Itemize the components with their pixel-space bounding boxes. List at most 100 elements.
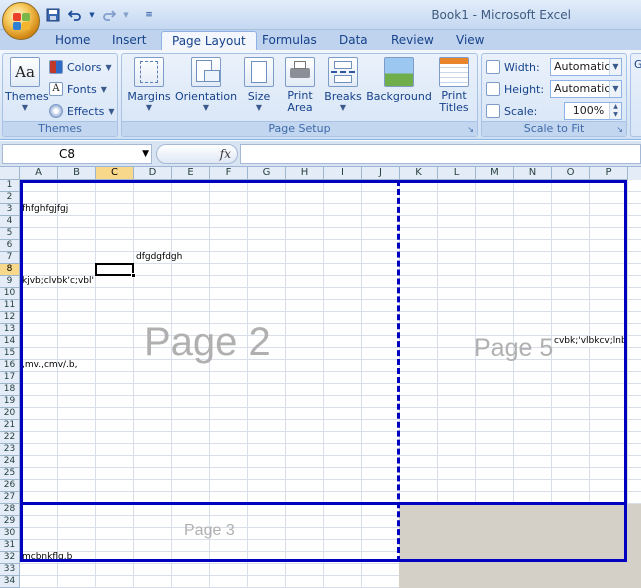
row-header-18[interactable]: 18 xyxy=(0,384,20,396)
cell-d7[interactable]: dfgdgfdgh xyxy=(136,252,182,263)
print-titles-button[interactable]: Print Titles xyxy=(434,57,474,114)
page-break-top[interactable] xyxy=(20,180,627,183)
tab-formulas[interactable]: Formulas xyxy=(252,31,327,51)
column-header-h[interactable]: H xyxy=(286,167,324,180)
tab-view[interactable]: View xyxy=(446,31,494,51)
tab-data[interactable]: Data xyxy=(329,31,378,51)
formula-bar: C8 ▼ fx xyxy=(0,141,641,167)
column-header-a[interactable]: A xyxy=(20,167,58,180)
row-header-31[interactable]: 31 xyxy=(0,540,20,552)
row-header-12[interactable]: 12 xyxy=(0,312,20,324)
row-header-34[interactable]: 34 xyxy=(0,576,20,588)
cell-a9[interactable]: kjvb;clvbk'c;vbl' xyxy=(22,276,94,287)
insert-function-button[interactable]: fx xyxy=(156,144,238,164)
column-header-e[interactable]: E xyxy=(172,167,210,180)
height-select[interactable]: Automatic ▼ xyxy=(550,80,622,98)
cell-a16[interactable]: ,mv.,cmv/.b, xyxy=(22,360,78,371)
column-header-o[interactable]: O xyxy=(552,167,590,180)
column-header-g[interactable]: G xyxy=(248,167,286,180)
row-header-14[interactable]: 14 xyxy=(0,336,20,348)
select-all-corner[interactable] xyxy=(0,167,20,180)
row-header-27[interactable]: 27 xyxy=(0,492,20,504)
row-header-13[interactable]: 13 xyxy=(0,324,20,336)
row-header-21[interactable]: 21 xyxy=(0,420,20,432)
themes-group: Aa Themes ▼ Colors ▼ A Fonts ▼ Effects ▼… xyxy=(2,53,118,137)
row-header-10[interactable]: 10 xyxy=(0,288,20,300)
column-header-c[interactable]: C xyxy=(96,167,134,180)
row-header-26[interactable]: 26 xyxy=(0,480,20,492)
colors-button[interactable]: Colors ▼ xyxy=(49,58,112,76)
row-header-15[interactable]: 15 xyxy=(0,348,20,360)
effects-button[interactable]: Effects ▼ xyxy=(49,102,115,120)
scale-stepper[interactable]: 100% ▲ ▼ xyxy=(564,102,622,120)
name-box[interactable]: C8 ▼ xyxy=(2,144,152,164)
print-area-label: Print Area xyxy=(287,89,313,114)
tab-page-layout[interactable]: Page Layout xyxy=(161,31,257,51)
row-header-16[interactable]: 16 xyxy=(0,360,20,372)
cell-a3[interactable]: fhfghfgjfgj xyxy=(22,204,68,215)
row-header-19[interactable]: 19 xyxy=(0,396,20,408)
row-header-30[interactable]: 30 xyxy=(0,528,20,540)
background-button[interactable]: Background xyxy=(366,57,432,103)
page-setup-group: Margins ▼ Orientation ▼ Size ▼ Print Are… xyxy=(121,53,478,137)
row-header-28[interactable]: 28 xyxy=(0,504,20,516)
dialog-launcher-icon[interactable]: ↘ xyxy=(467,123,474,137)
ribbon-tabs: Home Insert Page Layout Formulas Data Re… xyxy=(0,30,641,51)
fill-handle[interactable] xyxy=(131,273,136,278)
page-break-vertical-dashed[interactable] xyxy=(397,180,400,562)
row-header-4[interactable]: 4 xyxy=(0,216,20,228)
tab-home[interactable]: Home xyxy=(45,31,100,51)
row-header-9[interactable]: 9 xyxy=(0,276,20,288)
cells-area[interactable]: Page 2 Page 5 Page 3 fhfghfgjfgj dfgdgfd… xyxy=(20,180,641,588)
column-header-f[interactable]: F xyxy=(210,167,248,180)
row-header-8[interactable]: 8 xyxy=(0,264,20,276)
formula-input[interactable] xyxy=(240,144,641,164)
row-header-25[interactable]: 25 xyxy=(0,468,20,480)
row-header-22[interactable]: 22 xyxy=(0,432,20,444)
column-header-k[interactable]: K xyxy=(400,167,438,180)
row-header-6[interactable]: 6 xyxy=(0,240,20,252)
row-header-2[interactable]: 2 xyxy=(0,192,20,204)
breaks-button[interactable]: Breaks ▼ xyxy=(323,57,363,112)
size-button[interactable]: Size ▼ xyxy=(242,57,276,112)
column-header-j[interactable]: J xyxy=(362,167,400,180)
row-header-17[interactable]: 17 xyxy=(0,372,20,384)
fonts-button[interactable]: A Fonts ▼ xyxy=(49,80,107,98)
column-header-m[interactable]: M xyxy=(476,167,514,180)
page-break-horizontal[interactable] xyxy=(20,502,627,505)
column-header-i[interactable]: I xyxy=(324,167,362,180)
themes-button[interactable]: Aa Themes ▼ xyxy=(5,57,49,112)
active-cell-c8[interactable] xyxy=(95,263,136,278)
office-logo-icon xyxy=(13,13,31,31)
chevron-down-icon[interactable]: ▼ xyxy=(142,145,149,163)
column-header-n[interactable]: N xyxy=(514,167,552,180)
margins-button[interactable]: Margins ▼ xyxy=(126,57,172,112)
tab-review[interactable]: Review xyxy=(381,31,444,51)
scale-label: Scale: xyxy=(504,104,538,118)
row-header-1[interactable]: 1 xyxy=(0,180,20,192)
row-header-32[interactable]: 32 xyxy=(0,552,20,564)
row-header-33[interactable]: 33 xyxy=(0,564,20,576)
row-header-23[interactable]: 23 xyxy=(0,444,20,456)
office-button[interactable] xyxy=(2,2,40,40)
column-header-l[interactable]: L xyxy=(438,167,476,180)
row-header-11[interactable]: 11 xyxy=(0,300,20,312)
row-header-29[interactable]: 29 xyxy=(0,516,20,528)
orientation-button[interactable]: Orientation ▼ xyxy=(174,57,238,112)
row-header-24[interactable]: 24 xyxy=(0,456,20,468)
column-header-b[interactable]: B xyxy=(58,167,96,180)
print-area-button[interactable]: Print Area xyxy=(280,57,320,114)
width-select[interactable]: Automatic ▼ xyxy=(550,58,622,76)
dialog-launcher-icon[interactable]: ↘ xyxy=(616,123,623,137)
row-header-7[interactable]: 7 xyxy=(0,252,20,264)
column-header-d[interactable]: D xyxy=(134,167,172,180)
chevron-down-icon: ▼ xyxy=(21,103,29,112)
tab-insert[interactable]: Insert xyxy=(102,31,156,51)
spinner-icon[interactable]: ▲ ▼ xyxy=(609,103,621,119)
row-header-3[interactable]: 3 xyxy=(0,204,20,216)
row-header-5[interactable]: 5 xyxy=(0,228,20,240)
column-header-p[interactable]: P xyxy=(590,167,628,180)
row-header-20[interactable]: 20 xyxy=(0,408,20,420)
page-break-bottom[interactable] xyxy=(20,559,627,562)
cell-n14[interactable]: cvbk;'vlbkcv;lnb xyxy=(554,336,627,347)
